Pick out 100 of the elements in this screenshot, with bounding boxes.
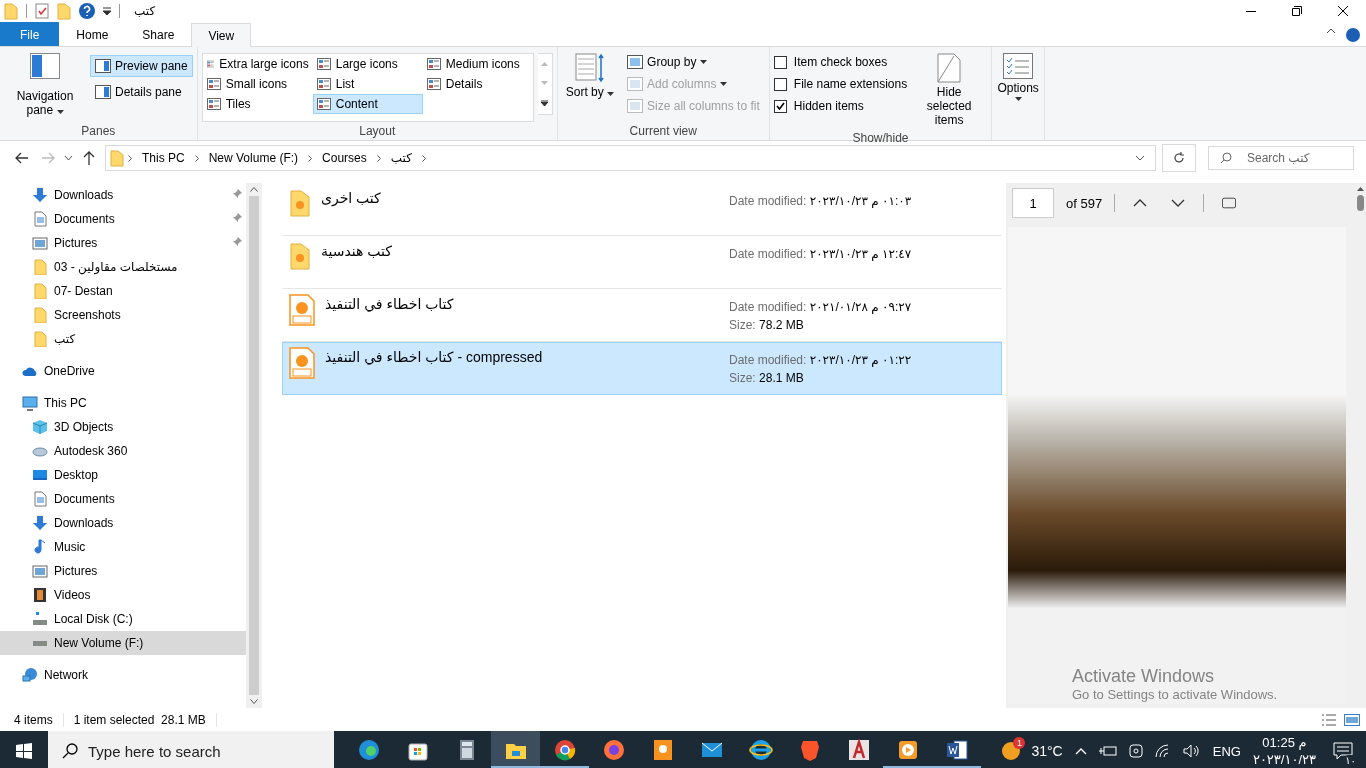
view-layout-icon [426, 58, 441, 70]
navigation-item[interactable]: Pictures [0, 231, 246, 255]
expand-gallery-icon [541, 100, 549, 107]
breadcrumb[interactable]: This PC [136, 151, 191, 165]
navigation-label: كتب [54, 332, 76, 346]
pdf-file-icon [289, 294, 315, 326]
chevron-right-icon[interactable] [128, 154, 132, 162]
breadcrumb[interactable]: New Volume (F:) [202, 151, 305, 165]
page-number-field[interactable]: 1 [1012, 188, 1054, 218]
customize-dropdown-icon[interactable] [103, 7, 111, 15]
ribbon-tab[interactable]: Share [125, 23, 192, 46]
large-icons-view-icon[interactable] [1344, 713, 1360, 726]
navigation-item[interactable]: 07- Destan [0, 279, 246, 303]
chevron-right-icon[interactable] [421, 154, 426, 162]
monitor-icon [22, 395, 38, 411]
checklist-icon[interactable] [35, 3, 49, 19]
taskbar-search-field[interactable]: Type here to search [48, 731, 334, 768]
navigation-item[interactable]: Documents [0, 487, 246, 511]
taskbar-app-button[interactable] [491, 731, 540, 768]
file-name: كتب هندسية [321, 242, 393, 261]
film-icon [32, 587, 48, 603]
hide-selected-items-button[interactable]: Hide selected items [911, 51, 988, 129]
chevron-right-icon[interactable] [376, 154, 381, 162]
view-layout-icon [206, 98, 221, 110]
folder-icon [32, 283, 48, 299]
notification-button[interactable]: ١٠ [1328, 736, 1358, 766]
navigation-item[interactable]: 03 - مستخلصات مقاولين [0, 255, 246, 279]
ribbon-tab[interactable]: File [0, 22, 60, 46]
refresh-button[interactable] [1162, 144, 1196, 172]
options-button[interactable]: Options [996, 51, 1041, 103]
navigation-label: Music [54, 540, 86, 554]
checkbox[interactable] [773, 77, 787, 91]
checkbox[interactable] [773, 99, 787, 113]
navigation-item[interactable]: Screenshots [0, 303, 246, 327]
layout-option[interactable]: Large icons [312, 54, 423, 74]
layout-option[interactable]: Content [312, 94, 423, 114]
search-field[interactable]: Search كتب [1208, 146, 1354, 170]
navigation-item[interactable]: Music [0, 535, 246, 559]
dropdown-chevron-icon[interactable] [1135, 155, 1145, 161]
search-icon [1220, 152, 1232, 164]
navigation-item[interactable]: Desktop [0, 463, 246, 487]
drive-icon [32, 611, 48, 627]
navigation-item[interactable]: This PC [0, 391, 246, 415]
breadcrumb[interactable]: كتب [384, 151, 418, 165]
activation-title: Activate Windows [1072, 666, 1216, 687]
navigation-item[interactable]: Network [0, 663, 246, 687]
navigation-item[interactable]: Documents [0, 207, 246, 231]
columns-icon [627, 77, 644, 91]
pane-icon [95, 59, 111, 73]
chevron-right-icon[interactable] [308, 154, 313, 162]
breadcrumb[interactable]: Courses [316, 151, 373, 165]
ribbon-tab[interactable]: Home [59, 23, 126, 46]
scrollbar[interactable] [246, 183, 262, 708]
layout-option[interactable]: Extra large icons [202, 54, 313, 74]
picture-icon [32, 235, 48, 251]
speaker-icon[interactable] [1182, 744, 1201, 758]
checkbox[interactable] [773, 55, 787, 69]
navigation-item[interactable]: كتب [0, 327, 246, 351]
navigation-label: Downloads [54, 516, 114, 530]
sort-by-button[interactable]: Sort by [561, 51, 619, 122]
navigation-item[interactable]: New Volume (F:) [0, 631, 246, 655]
navigation-pane-icon [30, 53, 60, 79]
navigation-item[interactable]: 3D Objects [0, 415, 246, 439]
navigation-item[interactable]: Pictures [0, 559, 246, 583]
input-language[interactable]: ENG [1212, 743, 1241, 759]
folder-icon [32, 331, 48, 347]
pane-toggle-button[interactable]: Preview pane [90, 55, 193, 77]
collapse-ribbon-icon[interactable] [1326, 28, 1336, 34]
scroll-thumb[interactable] [1356, 195, 1364, 211]
navigation-item[interactable]: Videos [0, 583, 246, 607]
browser-e-icon [748, 738, 773, 762]
recent-dropdown-icon[interactable] [64, 155, 73, 161]
navigation-item[interactable]: OneDrive [0, 359, 246, 383]
ribbon-tab[interactable]: View [191, 23, 252, 47]
navigation-item[interactable]: Local Disk (C:) [0, 607, 246, 631]
layout-option[interactable]: List [312, 74, 423, 94]
pane-icon [95, 85, 111, 99]
layout-option[interactable]: Details [422, 74, 533, 94]
document-icon [32, 491, 48, 507]
navigation-label: This PC [44, 396, 87, 410]
checkbox-label: Item check boxes [793, 55, 888, 69]
clock[interactable]: 01:25 م ٢٠٢٣/١٠/٢٣ [1252, 734, 1316, 768]
navigation-item[interactable]: Autodesk 360 [0, 439, 246, 463]
current-view-option[interactable]: Group by [622, 51, 765, 73]
pane-toggle-button[interactable]: Details pane [90, 81, 193, 103]
chevron-right-icon[interactable] [194, 154, 199, 162]
battery-plug-icon[interactable] [1098, 745, 1117, 757]
group-label: Layout [358, 123, 397, 140]
gallery-scroll-buttons[interactable] [537, 53, 553, 115]
navigation-pane-button[interactable]: Navigation pane [4, 51, 86, 122]
wifi-icon[interactable] [1154, 744, 1171, 758]
navigation-item[interactable]: Downloads [0, 183, 246, 207]
navigation-label: Local Disk (C:) [54, 612, 133, 626]
navigation-item[interactable]: Downloads [0, 511, 246, 535]
chevron-up-icon[interactable] [1074, 747, 1087, 755]
layout-option[interactable]: Small icons [202, 74, 313, 94]
layout-option[interactable]: Medium icons [422, 54, 533, 74]
layout-option[interactable]: Tiles [202, 94, 313, 114]
new-folder-icon [57, 2, 71, 20]
camera-icon[interactable] [1128, 743, 1143, 759]
